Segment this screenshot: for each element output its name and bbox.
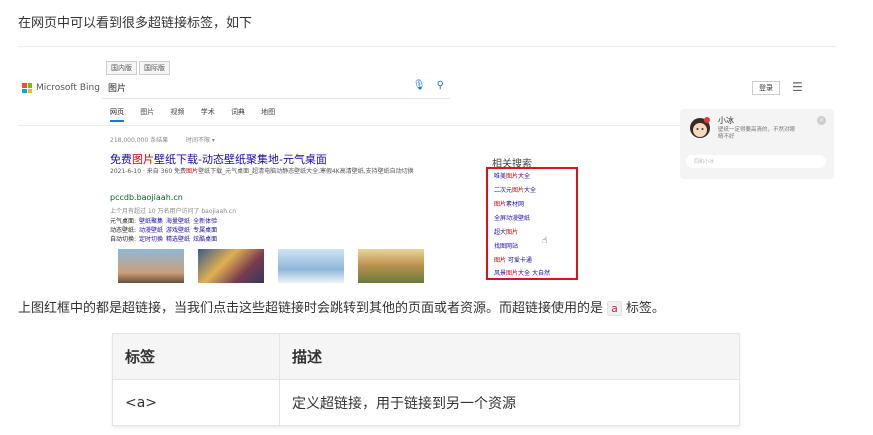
- table-row: <a> 定义超链接，用于链接到另一个资源: [112, 379, 740, 426]
- snippet-highlight: 图片: [186, 168, 199, 175]
- login-button[interactable]: 登录: [752, 81, 780, 95]
- region-tabs: 国内版 国际版: [106, 61, 172, 75]
- result-thumbnails: [118, 249, 424, 283]
- bing-logo[interactable]: Microsoft Bing: [22, 83, 100, 93]
- microsoft-logo-icon: [22, 83, 32, 93]
- snippet-post: 壁纸下载_元气桌面_超清电脑动静态壁纸大全,寒假4K高清壁纸,支持壁纸自动切换: [198, 168, 414, 175]
- thumbnail-image[interactable]: [278, 249, 344, 283]
- chat-message: 壁纸一定得要高清的，不然对眼睛不好: [718, 127, 796, 140]
- desc-post: 标签。: [625, 301, 665, 316]
- title-pre: 免费: [110, 153, 132, 166]
- thumbnail-image[interactable]: [198, 249, 264, 283]
- hamburger-menu-icon[interactable]: ☰: [792, 80, 803, 94]
- xiaoice-avatar-icon: [690, 117, 710, 138]
- nav-images[interactable]: 图片: [140, 108, 154, 116]
- nav-academic[interactable]: 学术: [201, 108, 215, 116]
- description-text: 上图红框中的都是超链接，当我们点击这些超链接时会跳转到其他的页面或者资源。而超链…: [18, 297, 665, 316]
- sitelink[interactable]: 精选壁纸: [166, 236, 190, 243]
- sitelink[interactable]: 动漫壁纸: [139, 227, 163, 234]
- sitelink-label: 元气桌面:: [110, 218, 137, 225]
- bing-screenshot: 国内版 国际版 Microsoft Bing 图片 🎙 ⚲ 登录 ☰ 网页 图片 …: [18, 46, 836, 283]
- sitelink[interactable]: 专属桌面: [193, 227, 217, 234]
- hand-cursor-icon: ☝: [542, 236, 548, 246]
- query-text: 图片: [108, 84, 127, 94]
- sitelink-row: 动态壁纸: 动漫壁纸 游戏壁纸 专属桌面: [110, 226, 217, 235]
- microphone-icon[interactable]: 🎙: [413, 80, 426, 91]
- related-link[interactable]: 图片素材网: [494, 199, 524, 208]
- tag-table: 标签 描述 <a> 定义超链接，用于链接到另一个资源: [112, 333, 740, 426]
- result-url[interactable]: pccdb.baojiaah.cn: [110, 193, 183, 202]
- sitelink[interactable]: 定时切换: [139, 236, 163, 243]
- related-link[interactable]: 图片 可爱卡通: [494, 255, 532, 264]
- title-highlight: 图片: [132, 153, 154, 166]
- sitelink[interactable]: 壁纸聚集: [139, 218, 163, 225]
- chat-input[interactable]: 同和小冰: [686, 155, 826, 168]
- header-description: 描述: [279, 333, 740, 380]
- nav-dictionary[interactable]: 词典: [231, 108, 245, 116]
- nav-divider: [18, 125, 688, 126]
- title-post: 壁纸下载-动态壁纸聚集地-元气桌面: [154, 153, 327, 166]
- tab-international[interactable]: 国际版: [139, 61, 170, 75]
- search-input[interactable]: 图片 🎙 ⚲: [102, 75, 450, 99]
- cell-description: 定义超链接，用于链接到另一个资源: [279, 379, 740, 426]
- search-nav: 网页 图片 视频 学术 词典 地图: [110, 107, 289, 122]
- inline-code: a: [607, 301, 622, 316]
- chat-name: 小冰: [718, 116, 734, 125]
- sitelink-row: 元气桌面: 壁纸聚集 海量壁纸 全新体验: [110, 217, 217, 226]
- sitelink[interactable]: 海量壁纸: [166, 218, 190, 225]
- xiaoice-chat-panel: 小冰 壁纸一定得要高清的，不然对眼睛不好 × 同和小冰: [680, 109, 834, 179]
- visited-note: 上个月有超过 10 万名用户访问了 baojiaah.cn: [110, 208, 237, 215]
- desc-pre: 上图红框中的都是超链接，当我们点击这些超链接时会跳转到其他的页面或者资源。而超链…: [18, 301, 604, 316]
- thumbnail-image[interactable]: [358, 249, 424, 283]
- nav-maps[interactable]: 地图: [261, 108, 275, 116]
- table-header-row: 标签 描述: [112, 333, 740, 380]
- search-icon[interactable]: ⚲: [437, 80, 444, 91]
- sitelink[interactable]: 游戏壁纸: [166, 227, 190, 234]
- snippet-pre: 2021-6-10 · 来自 360 免费: [110, 168, 187, 175]
- result-title-link[interactable]: 免费图片壁纸下载-动态壁纸聚集地-元气桌面: [110, 151, 327, 167]
- sitelink-label: 自动切换:: [110, 236, 137, 243]
- nav-videos[interactable]: 视频: [170, 108, 184, 116]
- result-count: 218,000,000 条结果: [110, 137, 169, 144]
- brand-name: Microsoft Bing: [36, 83, 100, 93]
- related-link[interactable]: 唯美图片大全: [494, 171, 530, 180]
- time-filter[interactable]: 时间不限 ▾: [186, 137, 215, 144]
- tab-domestic[interactable]: 国内版: [106, 61, 137, 75]
- sitelink-row: 自动切换: 定时切换 精选壁纸 炫酷桌面: [110, 235, 217, 244]
- result-snippet: 2021-6-10 · 来自 360 免费图片壁纸下载_元气桌面_超清电脑动静态…: [110, 167, 440, 176]
- result-meta: 218,000,000 条结果 时间不限 ▾: [110, 135, 231, 144]
- related-link[interactable]: 全屏动漫壁纸: [494, 213, 530, 222]
- sitelink[interactable]: 全新体验: [193, 218, 217, 225]
- close-icon[interactable]: ×: [817, 116, 826, 125]
- cell-tag: <a>: [112, 379, 280, 426]
- related-link[interactable]: 超大图片: [494, 227, 518, 236]
- intro-text: 在网页中可以看到很多超链接标签，如下: [18, 16, 253, 31]
- nav-web[interactable]: 网页: [110, 108, 124, 122]
- sitelink-label: 动态壁纸:: [110, 227, 137, 234]
- sitelink[interactable]: 炫酷桌面: [193, 236, 217, 243]
- related-link[interactable]: 二次元图片大全: [494, 185, 536, 194]
- sitelinks: 元气桌面: 壁纸聚集 海量壁纸 全新体验 动态壁纸: 动漫壁纸 游戏壁纸 专属桌面 自动切换…: [110, 217, 217, 244]
- related-link[interactable]: 风景图片大全 大自然: [494, 268, 550, 277]
- thumbnail-image[interactable]: [118, 249, 184, 283]
- header-tag: 标签: [112, 333, 280, 380]
- related-link[interactable]: 找图网站: [494, 241, 518, 250]
